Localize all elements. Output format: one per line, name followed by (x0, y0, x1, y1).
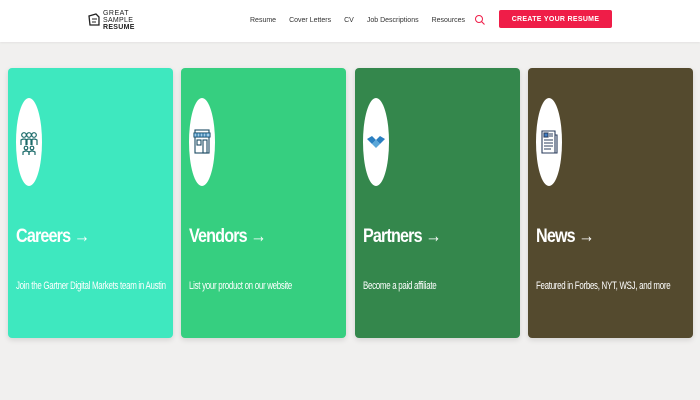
nav-cover-letters[interactable]: Cover Letters (289, 17, 331, 24)
nav-job-descriptions[interactable]: Job Descriptions (367, 17, 419, 24)
create-resume-button[interactable]: CREATE YOUR RESUME (499, 10, 612, 28)
logo-icon (88, 13, 100, 26)
logo[interactable]: GREAT SAMPLE RESUME (87, 9, 167, 31)
newspaper-icon (541, 130, 558, 154)
vendors-icon-badge (189, 98, 215, 186)
careers-description: Join the Gartner Digital Markets team in… (16, 280, 166, 292)
careers-icon-badge (16, 98, 42, 186)
careers-card[interactable]: Careers → Join the Gartner Digital Marke… (8, 68, 173, 338)
partners-card[interactable]: Partners → Become a paid affiliate (355, 68, 520, 338)
news-icon-badge (536, 98, 562, 186)
nav-resources[interactable]: Resources (432, 17, 465, 24)
nav-resume[interactable]: Resume (250, 17, 276, 24)
search-icon[interactable] (474, 14, 486, 26)
news-title[interactable]: News → (536, 226, 595, 248)
logo-text-sample: SAMPLE (102, 16, 134, 24)
vendors-title[interactable]: Vendors → (189, 226, 267, 248)
partners-icon-badge (363, 98, 389, 186)
news-card[interactable]: News → Featured in Forbes, NYT, WSJ, and… (528, 68, 693, 338)
handshake-icon (367, 136, 385, 148)
people-icon (20, 132, 38, 155)
partners-title[interactable]: Partners → (363, 226, 442, 248)
nav-cv[interactable]: CV (344, 17, 354, 24)
site-header: GREAT SAMPLE RESUME Resume Cover Letters… (0, 0, 700, 42)
careers-title[interactable]: Careers → (16, 226, 90, 248)
vendors-card[interactable]: Vendors → List your product on our websi… (181, 68, 346, 338)
storefront-icon (193, 129, 211, 154)
vendors-description: List your product on our website (189, 280, 293, 292)
main-nav: Resume Cover Letters CV Job Descriptions… (250, 14, 478, 26)
logo-text-resume: RESUME (102, 23, 135, 31)
logo-text-great: GREAT (102, 9, 130, 17)
partners-description: Become a paid affiliate (363, 280, 437, 292)
news-description: Featured in Forbes, NYT, WSJ, and more (536, 280, 671, 292)
